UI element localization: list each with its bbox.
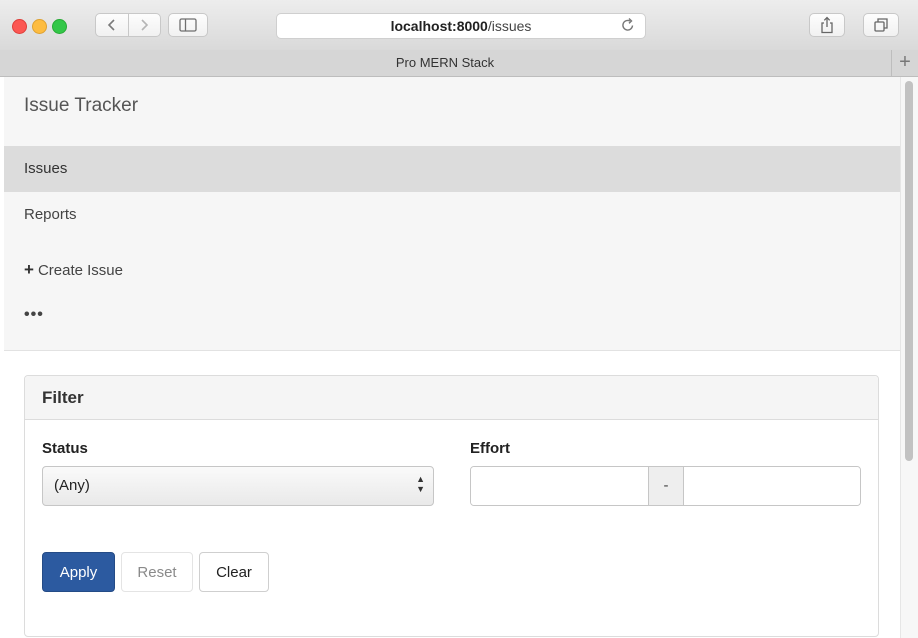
effort-range-group: - [470, 466, 861, 506]
back-button[interactable] [96, 14, 129, 36]
chevron-left-icon [107, 19, 115, 31]
clear-button[interactable]: Clear [199, 552, 269, 592]
maximize-window-button[interactable] [52, 19, 67, 34]
vertical-scrollbar[interactable] [900, 77, 918, 638]
create-issue-label: Create Issue [37, 262, 123, 279]
close-window-button[interactable] [12, 19, 27, 34]
tabs-overview-icon [874, 18, 888, 32]
tab-strip: Pro MERN Stack + [0, 50, 918, 77]
effort-min-input[interactable] [471, 467, 648, 505]
scrollbar-thumb[interactable] [905, 81, 913, 461]
status-label: Status [42, 440, 88, 457]
apply-button[interactable]: Apply [42, 552, 115, 592]
status-select[interactable]: (Any) ▲ ▼ [42, 466, 434, 506]
sidebar-icon [179, 18, 197, 32]
reload-icon[interactable] [621, 17, 635, 37]
share-button[interactable] [809, 13, 845, 37]
page-content: Issue Tracker Issues Reports + Create Iss… [4, 77, 900, 638]
show-sidebar-button[interactable] [168, 13, 208, 37]
address-path: /issues [487, 18, 532, 34]
effort-separator: - [648, 467, 684, 505]
share-icon [821, 16, 833, 34]
minimize-window-button[interactable] [32, 19, 47, 34]
chevron-right-icon [141, 19, 149, 31]
nav-item-reports[interactable]: Reports [4, 192, 900, 238]
address-bar[interactable]: localhost:8000/issues [276, 13, 646, 39]
browser-toolbar: localhost:8000/issues [0, 0, 918, 51]
reset-button[interactable]: Reset [121, 552, 193, 592]
tab-overview-button[interactable] [863, 13, 899, 37]
filter-title: Filter [42, 388, 84, 407]
effort-max-input[interactable] [684, 467, 860, 505]
app-brand[interactable]: Issue Tracker [24, 95, 138, 117]
address-host: localhost:8000 [390, 18, 488, 34]
filter-panel: Filter Status (Any) ▲ ▼ Effort - Apply Re… [24, 375, 879, 637]
active-tab[interactable]: Pro MERN Stack [0, 50, 890, 76]
nav-item-issues[interactable]: Issues [4, 146, 900, 192]
status-select-value: (Any) [54, 477, 90, 494]
nav-more-menu[interactable]: ••• [4, 292, 900, 338]
filter-panel-heading: Filter [25, 376, 878, 420]
new-tab-button[interactable]: + [891, 50, 918, 76]
history-nav-group [95, 13, 161, 37]
forward-button[interactable] [129, 14, 161, 36]
nav-item-create-issue[interactable]: + Create Issue [4, 247, 900, 293]
select-arrows-icon: ▲ ▼ [416, 474, 425, 494]
plus-icon: + [24, 260, 34, 279]
effort-label: Effort [470, 440, 510, 457]
browser-window: localhost:8000/issues Pro MERN Stack + I… [0, 0, 918, 638]
app-navbar: Issue Tracker Issues Reports + Create Iss… [4, 77, 900, 351]
